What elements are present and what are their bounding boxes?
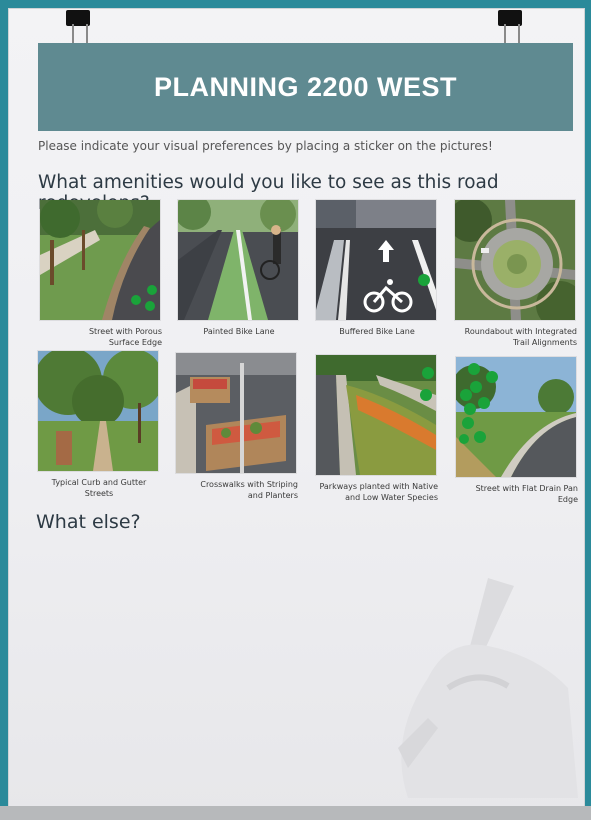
photo-caption: Typical Curb and Gutter Streets bbox=[38, 477, 162, 499]
caption-line: Roundabout with Integrated bbox=[464, 327, 577, 336]
caption-line: Painted Bike Lane bbox=[203, 327, 275, 336]
sticker-dot bbox=[474, 431, 486, 443]
caption-line: Trail Alignments bbox=[512, 338, 577, 347]
photo-crosswalk-planters bbox=[176, 353, 296, 473]
photo-roundabout bbox=[455, 200, 575, 320]
photo-caption: Crosswalks with Striping and Planters bbox=[176, 479, 300, 501]
sticker-dot bbox=[478, 397, 490, 409]
frame-bottom-edge bbox=[0, 806, 591, 820]
caption-line: Street with Porous bbox=[88, 327, 162, 336]
photo-painted-bike-lane bbox=[178, 200, 298, 320]
photo-card-crosswalk-planters: Crosswalks with Striping and Planters bbox=[176, 353, 300, 501]
caption-line: Buffered Bike Lane bbox=[339, 327, 415, 336]
photo-caption: Street with Porous Surface Edge bbox=[40, 326, 164, 348]
photo-card-flat-drain-pan: Street with Flat Drain Pan Edge bbox=[456, 357, 580, 505]
photo-porous-edge bbox=[40, 200, 160, 320]
sticker-dot bbox=[464, 403, 476, 415]
binder-clip-left bbox=[66, 10, 90, 54]
photo-parkways bbox=[316, 355, 436, 475]
photo-card-roundabout: Roundabout with Integrated Trail Alignme… bbox=[455, 200, 579, 348]
photo-card-porous-edge: Street with Porous Surface Edge bbox=[40, 200, 164, 348]
hand-with-pen-icon bbox=[398, 578, 578, 798]
binder-clip-right bbox=[498, 10, 522, 54]
caption-line: Surface Edge bbox=[108, 338, 162, 347]
sticker-dot bbox=[422, 367, 434, 379]
sticker-dot bbox=[470, 381, 482, 393]
sticker-dot bbox=[462, 417, 474, 429]
photo-card-parkways: Parkways planted with Native and Low Wat… bbox=[316, 355, 440, 503]
photo-card-buffered-bike-lane: Buffered Bike Lane bbox=[316, 200, 440, 337]
photo-buffered-bike-lane bbox=[316, 200, 436, 320]
survey-poster: PLANNING 2200 WEST Please indicate your … bbox=[8, 8, 585, 814]
photo-caption: Street with Flat Drain Pan Edge bbox=[456, 483, 580, 505]
caption-line: and Planters bbox=[247, 491, 298, 500]
photo-card-painted-bike-lane: Painted Bike Lane bbox=[178, 200, 302, 337]
photo-card-curb-gutter: Typical Curb and Gutter Streets bbox=[38, 351, 162, 499]
photo-flat-drain-pan bbox=[456, 357, 576, 477]
sticker-dot bbox=[420, 389, 432, 401]
caption-line: Typical Curb and Gutter Streets bbox=[51, 478, 147, 498]
photo-curb-gutter bbox=[38, 351, 158, 471]
sticker-dot bbox=[131, 295, 141, 305]
photo-caption: Parkways planted with Native and Low Wat… bbox=[316, 481, 440, 503]
sticker-dot bbox=[459, 434, 469, 444]
sticker-dot bbox=[147, 285, 157, 295]
caption-line: and Low Water Species bbox=[345, 493, 438, 502]
intro-text: Please indicate your visual preferences … bbox=[38, 139, 493, 153]
photo-caption: Roundabout with Integrated Trail Alignme… bbox=[455, 326, 579, 348]
sticker-dot bbox=[418, 274, 430, 286]
caption-line: Street with Flat Drain Pan Edge bbox=[475, 484, 578, 504]
poster-title: PLANNING 2200 WEST bbox=[153, 71, 458, 102]
photo-caption: Buffered Bike Lane bbox=[316, 326, 440, 337]
photo-caption: Painted Bike Lane bbox=[178, 326, 302, 337]
what-else-heading: What else? bbox=[36, 511, 141, 533]
sticker-dot bbox=[468, 363, 480, 375]
sticker-dot bbox=[145, 301, 155, 311]
caption-line: Crosswalks with Striping bbox=[200, 480, 298, 489]
sticker-dot bbox=[486, 371, 498, 383]
caption-line: Parkways planted with Native bbox=[319, 482, 438, 491]
sticker-dot bbox=[460, 389, 472, 401]
title-banner: PLANNING 2200 WEST bbox=[38, 43, 573, 131]
